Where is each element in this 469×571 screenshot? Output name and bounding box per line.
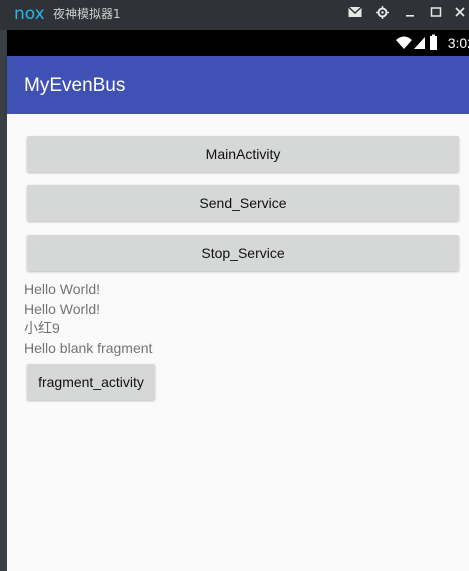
main-activity-button[interactable]: MainActivity <box>27 136 459 172</box>
close-icon[interactable] <box>452 6 468 22</box>
stop-service-button[interactable]: Stop_Service <box>27 235 459 271</box>
hello-world-text-2: Hello World! <box>24 301 100 317</box>
signal-icon <box>414 37 425 49</box>
nox-logo: nox <box>14 4 45 24</box>
emulator-titlebar: nox 夜神模拟器1 <box>0 0 469 30</box>
settings-icon[interactable] <box>374 6 390 22</box>
wifi-icon <box>396 36 412 49</box>
minimize-icon[interactable] <box>402 6 418 22</box>
send-service-button[interactable]: Send_Service <box>27 185 459 221</box>
android-status-bar: 3:02 <box>7 30 469 56</box>
mail-icon[interactable] <box>347 6 363 22</box>
maximize-icon[interactable] <box>428 6 444 22</box>
app-title: MyEvenBus <box>24 75 126 96</box>
status-time: 3:02 <box>447 35 469 51</box>
desktop-edge <box>0 30 7 571</box>
status-icons <box>395 34 447 52</box>
window-title: 夜神模拟器1 <box>53 7 121 21</box>
app-bar: MyEvenBus <box>7 56 469 114</box>
event-message-text: 小红9 <box>24 320 60 336</box>
fragment-activity-button[interactable]: fragment_activity <box>27 364 155 400</box>
main-content: MainActivity Send_Service Stop_Service H… <box>7 114 469 571</box>
blank-fragment-text: Hello blank fragment <box>24 340 153 356</box>
hello-world-text-1: Hello World! <box>24 281 100 297</box>
battery-icon <box>430 34 437 50</box>
